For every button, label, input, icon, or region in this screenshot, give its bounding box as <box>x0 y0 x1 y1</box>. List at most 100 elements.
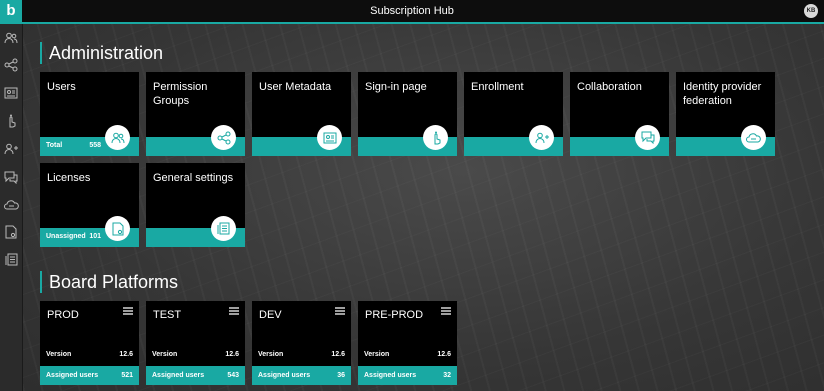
menu-icon[interactable] <box>229 307 239 315</box>
sidebar-item-collaboration[interactable] <box>3 169 19 185</box>
platform-name: DEV <box>259 309 282 321</box>
tile-icon-circle <box>741 125 766 150</box>
sidebar-item-enrollment[interactable] <box>3 141 19 157</box>
tile-sign-in-page[interactable]: Sign-in page <box>358 72 457 156</box>
platform-tile-prod[interactable]: PROD Version 12.6 Assigned users 521 <box>40 301 139 385</box>
tile-title: Collaboration <box>577 81 642 93</box>
users-total-label: Total <box>46 142 63 149</box>
version-label: Version <box>152 351 178 358</box>
tile-icon-circle <box>105 216 130 241</box>
assigned-users-row: Assigned users 32 <box>358 366 457 385</box>
assigned-users-row: Assigned users 543 <box>146 366 245 385</box>
assigned-users-label: Assigned users <box>364 372 417 379</box>
assigned-users-row: Assigned users 36 <box>252 366 351 385</box>
share-icon <box>217 131 230 144</box>
platform-tile-test[interactable]: TEST Version 12.6 Assigned users 543 <box>146 301 245 385</box>
user-add-icon <box>4 143 18 155</box>
assigned-users-value: 32 <box>443 372 451 379</box>
tile-title: Identity provider federation <box>683 81 762 107</box>
users-icon <box>111 132 124 143</box>
tile-user-metadata[interactable]: User Metadata <box>252 72 351 156</box>
users-total-value: 558 <box>89 142 101 149</box>
tile-title: Enrollment <box>471 81 524 93</box>
tile-icon-circle <box>635 125 660 150</box>
app-title: Subscription Hub <box>370 5 454 17</box>
assigned-users-label: Assigned users <box>258 372 311 379</box>
assigned-users-label: Assigned users <box>46 372 99 379</box>
platform-name: PROD <box>47 309 79 321</box>
assigned-users-label: Assigned users <box>152 372 205 379</box>
sidebar-item-sign-in-page[interactable] <box>3 113 19 129</box>
menu-icon[interactable] <box>441 307 451 315</box>
platform-tile-pre-prod[interactable]: PRE-PROD Version 12.6 Assigned users 32 <box>358 301 457 385</box>
user-avatar[interactable]: KB <box>804 4 818 18</box>
tile-permission-groups[interactable]: Permission Groups <box>146 72 245 156</box>
tile-title: User Metadata <box>259 81 332 93</box>
cloud-icon <box>3 199 19 209</box>
assigned-users-row: Assigned users 521 <box>40 366 139 385</box>
version-value: 12.6 <box>331 351 345 358</box>
tile-icon-circle <box>423 125 448 150</box>
tile-title: General settings <box>153 172 234 184</box>
settings-list-icon <box>217 222 230 235</box>
chat-icon <box>4 171 18 184</box>
cloud-icon <box>746 133 761 143</box>
tile-title: Licenses <box>47 172 91 184</box>
menu-icon[interactable] <box>123 307 133 315</box>
metadata-icon <box>323 132 336 143</box>
sidebar-item-user-metadata[interactable] <box>3 85 19 101</box>
tile-identity-provider-federation[interactable]: Identity provider federation <box>676 72 775 156</box>
version-row: Version 12.6 <box>152 351 239 358</box>
tile-collaboration[interactable]: Collaboration <box>570 72 669 156</box>
metadata-icon <box>4 87 18 99</box>
tile-enrollment[interactable]: Enrollment <box>464 72 563 156</box>
sidebar-item-licenses[interactable] <box>3 224 19 240</box>
tile-icon-circle <box>317 125 342 150</box>
menu-icon[interactable] <box>335 307 345 315</box>
version-value: 12.6 <box>119 351 133 358</box>
tile-title: Sign-in page <box>365 81 427 93</box>
version-row: Version 12.6 <box>46 351 133 358</box>
tile-licenses[interactable]: Licenses Unassigned 101 <box>40 163 139 247</box>
hand-icon <box>9 114 16 128</box>
tile-users[interactable]: Users Total 558 <box>40 72 139 156</box>
version-value: 12.6 <box>225 351 239 358</box>
top-bar: b Subscription Hub KB <box>0 0 824 24</box>
version-row: Version 12.6 <box>258 351 345 358</box>
version-label: Version <box>364 351 390 358</box>
licenses-unassigned-label: Unassigned <box>46 233 86 240</box>
assigned-users-value: 36 <box>337 372 345 379</box>
users-icon <box>4 32 18 44</box>
platform-tile-dev[interactable]: DEV Version 12.6 Assigned users 36 <box>252 301 351 385</box>
section-title-administration: Administration <box>40 42 163 64</box>
tile-icon-circle <box>211 125 236 150</box>
share-icon <box>4 58 18 72</box>
version-label: Version <box>46 351 72 358</box>
version-row: Version 12.6 <box>364 351 451 358</box>
platform-name: PRE-PROD <box>365 309 424 321</box>
tile-icon-circle <box>529 125 554 150</box>
tile-icon-circle <box>211 216 236 241</box>
assigned-users-value: 521 <box>121 372 133 379</box>
tile-title: Users <box>47 81 76 93</box>
main-content: Administration Users Total 558 Permissio… <box>23 24 824 391</box>
hand-icon <box>434 131 440 144</box>
settings-list-icon <box>5 253 17 265</box>
tile-icon-circle <box>105 125 130 150</box>
assigned-users-value: 543 <box>227 372 239 379</box>
section-title-board-platforms: Board Platforms <box>40 271 178 293</box>
tile-general-settings[interactable]: General settings <box>146 163 245 247</box>
license-icon <box>112 222 123 235</box>
sidebar-item-users[interactable] <box>3 30 19 46</box>
platform-name: TEST <box>153 309 182 321</box>
user-add-icon <box>535 132 549 143</box>
sidebar <box>0 24 23 391</box>
sidebar-item-permission-groups[interactable] <box>3 57 19 73</box>
sidebar-item-general-settings[interactable] <box>3 251 19 267</box>
version-label: Version <box>258 351 284 358</box>
tile-title: Permission Groups <box>153 81 208 107</box>
sidebar-item-identity-provider[interactable] <box>3 196 19 212</box>
license-icon <box>5 225 17 239</box>
version-value: 12.6 <box>437 351 451 358</box>
chat-icon <box>641 131 654 144</box>
